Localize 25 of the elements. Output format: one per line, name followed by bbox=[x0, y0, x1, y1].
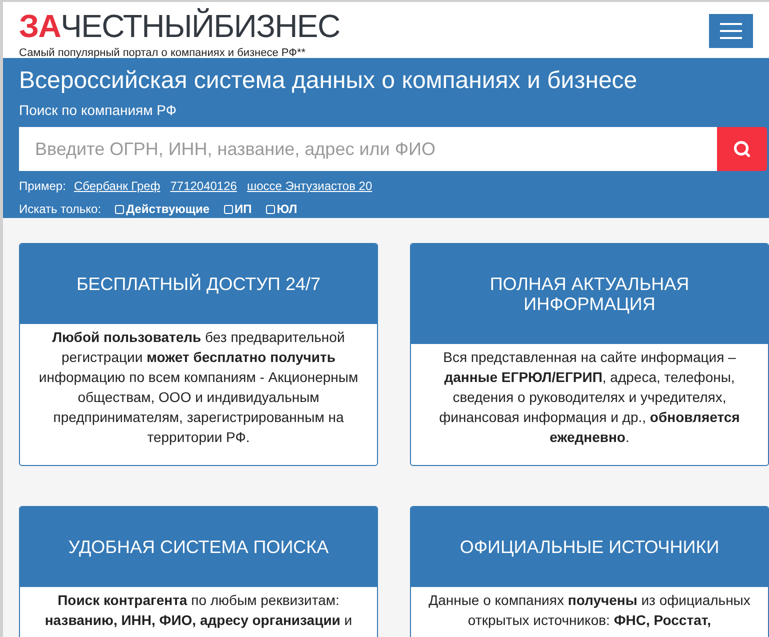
example-link[interactable]: шоссе Энтузиастов 20 bbox=[246, 177, 372, 195]
search-icon bbox=[733, 140, 751, 158]
tagline: Самый популярный портал о компаниях и бизнесе РФ** bbox=[19, 46, 307, 61]
examples-label: Пример: bbox=[19, 178, 66, 195]
card-text: Поиск контрагента по любым реквизитам: названию, ИНН, ФИО, адресу организации и bbox=[44, 591, 354, 630]
card-text: Данные о компаниях получены из официальных открытых источников: ФНС, Росстат, bbox=[428, 591, 752, 630]
card-title: БЕСПЛАТНЫЙ ДОСТУП 24/7 bbox=[76, 274, 321, 294]
card-title: ОФИЦИАЛЬНЫЕ ИСТОЧНИКИ bbox=[460, 537, 720, 557]
example-link[interactable]: Сбербанк Греф bbox=[74, 177, 160, 195]
menu-button[interactable] bbox=[709, 14, 753, 48]
card-title: ПОЛНАЯ АКТУАЛЬНАЯ ИНФОРМАЦИЯ bbox=[488, 274, 690, 314]
logo-text: ЧЕСТНЫЙБИЗНЕС bbox=[60, 8, 340, 44]
hero-title: Всероссийская система данных о компаниях и бизнесе bbox=[19, 67, 638, 95]
filter-checkbox[interactable]: Действующие bbox=[115, 200, 210, 218]
example-link[interactable]: 7712040126 bbox=[170, 177, 237, 195]
logo-accent: ЗА bbox=[19, 8, 61, 44]
filter-checkbox[interactable]: ИП bbox=[224, 200, 252, 218]
card-text: Вся представленная на сайте информация – данные ЕГРЮЛ/ЕГРИП, адреса, телефоны, сведения о руководителях и учредителях, финансовая информация и др., обновляется ежедневно. bbox=[438, 348, 741, 447]
filters-label: Искать только: bbox=[19, 201, 102, 218]
card-text: Любой пользователь без предварительной регистрации может бесплатно получить информацию по всем компаниям - Акционерным обществам, ООО и индивидуальным предпринимателям, зарегистрированным на территории РФ. bbox=[38, 328, 360, 447]
hero-subtitle: Поиск по компаниям РФ bbox=[19, 101, 178, 120]
filter-checkbox[interactable]: ЮЛ bbox=[266, 200, 298, 218]
search-button[interactable] bbox=[717, 127, 767, 171]
search-field[interactable]: Введите ОГРН, ИНН, название, адрес или ФИО bbox=[19, 127, 717, 171]
card-title: УДОБНАЯ СИСТЕМА ПОИСКА bbox=[68, 537, 329, 557]
